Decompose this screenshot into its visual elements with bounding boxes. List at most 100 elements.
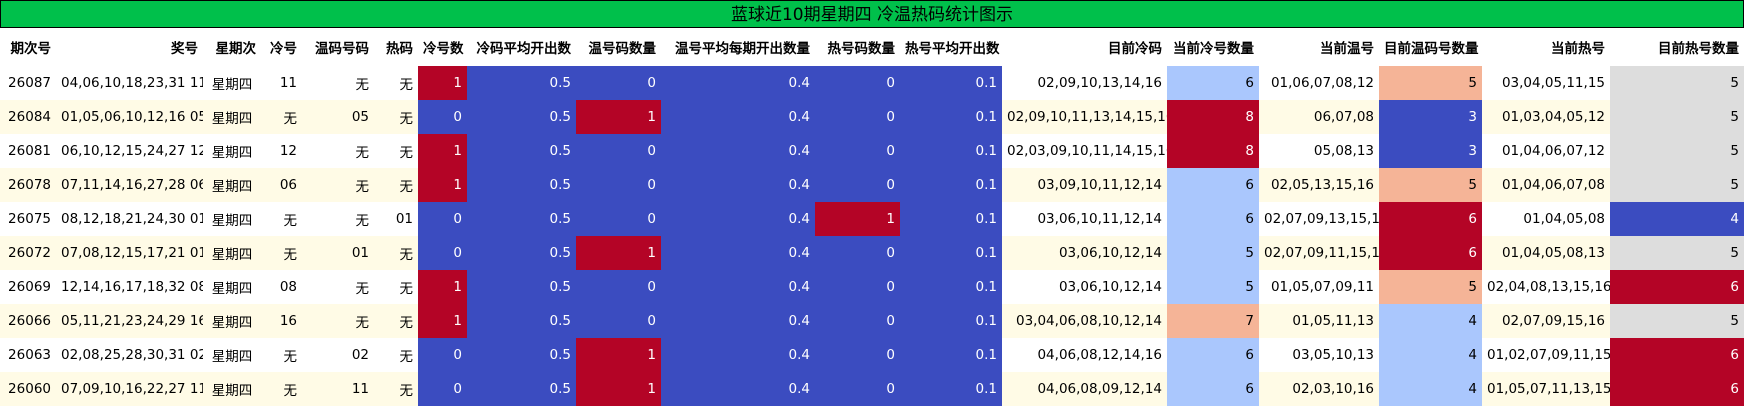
table-cell: 4 <box>1379 304 1482 338</box>
table-cell: 26087 <box>0 66 56 100</box>
table-cell: 无 <box>302 202 374 236</box>
table-cell: 无 <box>374 338 418 372</box>
table-row: 26069 12,14,16,17,18,32 08 星期四 08 无无 1 0.5 0 0.4… <box>0 270 1744 304</box>
table-cell: 6 <box>1167 338 1259 372</box>
table-cell: 04,06,08,09,12,14 <box>1002 372 1167 406</box>
stats-table: 期次号 奖号 星期次 冷号 温码号码 热码 冷号数 冷码平均开出数 温号码数量 温号平均每期开出数… <box>0 28 1744 406</box>
table-cell: 5 <box>1610 168 1744 202</box>
table-cell: 1 <box>576 372 661 406</box>
table-cell: 02,07,09,15,16 <box>1482 304 1610 338</box>
table-cell: 0.1 <box>900 304 1002 338</box>
table-cell: 6 <box>1167 372 1259 406</box>
table-cell: 6 <box>1167 66 1259 100</box>
table-cell: 02 <box>302 338 374 372</box>
table-cell: 05,08,13 <box>1259 134 1379 168</box>
table-cell: 8 <box>1167 134 1259 168</box>
table-row: 26075 08,12,18,21,24,30 01 星期四无无 01 0 0.5 0 0.4… <box>0 202 1744 236</box>
table-cell: 0 <box>576 270 661 304</box>
table-cell: 0.1 <box>900 338 1002 372</box>
column-header: 星期次 <box>203 28 261 66</box>
table-cell: 02,09,10,11,13,14,15,16 <box>1002 100 1167 134</box>
column-header: 当前冷号数量 <box>1167 28 1259 66</box>
table-cell: 26078 <box>0 168 56 202</box>
table-cell: 0 <box>576 304 661 338</box>
table-cell: 星期四 <box>203 270 261 304</box>
table-cell: 无 <box>374 304 418 338</box>
column-header: 冷号数 <box>418 28 467 66</box>
table-cell: 0 <box>576 134 661 168</box>
table-cell: 26069 <box>0 270 56 304</box>
table-cell: 01,06,07,08,12 <box>1259 66 1379 100</box>
table-cell: 5 <box>1379 168 1482 202</box>
table-cell: 1 <box>418 134 467 168</box>
table-cell: 07,08,12,15,17,21 01 <box>56 236 203 270</box>
table-cell: 07,11,14,16,27,28 06 <box>56 168 203 202</box>
table-cell: 0 <box>576 202 661 236</box>
table-header-row: 期次号 奖号 星期次 冷号 温码号码 热码 冷号数 冷码平均开出数 温号码数量 温号平均每期开出数… <box>0 28 1744 66</box>
table-cell: 5 <box>1610 236 1744 270</box>
table-cell: 无 <box>374 372 418 406</box>
column-header: 热号平均开出数 <box>900 28 1002 66</box>
column-header: 目前热号数量 <box>1610 28 1744 66</box>
table-cell: 4 <box>1379 338 1482 372</box>
table-cell: 5 <box>1379 270 1482 304</box>
table-cell: 5 <box>1610 304 1744 338</box>
table-row: 26072 07,08,12,15,17,21 01 星期四无 01 无 0 0.5 1 0.4… <box>0 236 1744 270</box>
table-cell: 05 <box>302 100 374 134</box>
table-cell: 08,12,18,21,24,30 01 <box>56 202 203 236</box>
table-cell: 6 <box>1167 202 1259 236</box>
table-cell: 星期四 <box>203 134 261 168</box>
table-cell: 26063 <box>0 338 56 372</box>
table-cell: 26060 <box>0 372 56 406</box>
table-cell: 11 <box>261 66 302 100</box>
column-header: 当前热号 <box>1482 28 1610 66</box>
table-cell: 5 <box>1167 236 1259 270</box>
table-cell: 3 <box>1379 100 1482 134</box>
table-cell: 01,03,04,05,12 <box>1482 100 1610 134</box>
table-cell: 02,04,08,13,15,16 <box>1482 270 1610 304</box>
table-cell: 无 <box>302 168 374 202</box>
table-row: 26087 04,06,10,18,23,31 11 星期四 11 无无 1 0.5 0 0.4… <box>0 66 1744 100</box>
table-cell: 1 <box>418 66 467 100</box>
table-cell: 01 <box>374 202 418 236</box>
table-cell: 0 <box>576 168 661 202</box>
table-cell: 无 <box>374 168 418 202</box>
table-cell: 01,05,07,11,13,15 <box>1482 372 1610 406</box>
table-cell: 无 <box>374 100 418 134</box>
table-cell: 01,02,07,09,11,15 <box>1482 338 1610 372</box>
table-row: 26066 05,11,21,23,24,29 16 星期四 16 无无 1 0.5 0 0.4… <box>0 304 1744 338</box>
table-cell: 0.1 <box>900 372 1002 406</box>
table-cell: 0 <box>418 100 467 134</box>
column-header: 奖号 <box>56 28 203 66</box>
table-cell: 0.4 <box>661 304 815 338</box>
table-cell: 0.1 <box>900 134 1002 168</box>
table-cell: 02,08,25,28,30,31 02 <box>56 338 203 372</box>
table-cell: 0.4 <box>661 236 815 270</box>
table-cell: 0.4 <box>661 66 815 100</box>
table-cell: 0 <box>815 168 900 202</box>
column-header: 冷号 <box>261 28 302 66</box>
table-cell: 01,05,06,10,12,16 05 <box>56 100 203 134</box>
table-row: 26078 07,11,14,16,27,28 06 星期四 06 无无 1 0.5 0 0.4… <box>0 168 1744 202</box>
table-cell: 4 <box>1610 202 1744 236</box>
table-cell: 02,07,09,13,15,16 <box>1259 202 1379 236</box>
table-cell: 7 <box>1167 304 1259 338</box>
table-cell: 02,07,09,11,15,16 <box>1259 236 1379 270</box>
table-cell: 03,05,10,13 <box>1259 338 1379 372</box>
table-cell: 02,03,10,16 <box>1259 372 1379 406</box>
table-cell: 0 <box>815 270 900 304</box>
table-cell: 6 <box>1379 202 1482 236</box>
table-body: 26087 04,06,10,18,23,31 11 星期四 11 无无 1 0.5 0 0.4… <box>0 66 1744 406</box>
table-cell: 0 <box>815 236 900 270</box>
table-cell: 06 <box>261 168 302 202</box>
table-cell: 星期四 <box>203 372 261 406</box>
table-cell: 3 <box>1379 134 1482 168</box>
column-header: 温号码数量 <box>576 28 661 66</box>
table-cell: 5 <box>1610 134 1744 168</box>
table-cell: 0.1 <box>900 66 1002 100</box>
table-cell: 01 <box>302 236 374 270</box>
table-cell: 1 <box>418 168 467 202</box>
table-cell: 0.1 <box>900 270 1002 304</box>
table-cell: 0 <box>815 66 900 100</box>
column-header: 热码 <box>374 28 418 66</box>
